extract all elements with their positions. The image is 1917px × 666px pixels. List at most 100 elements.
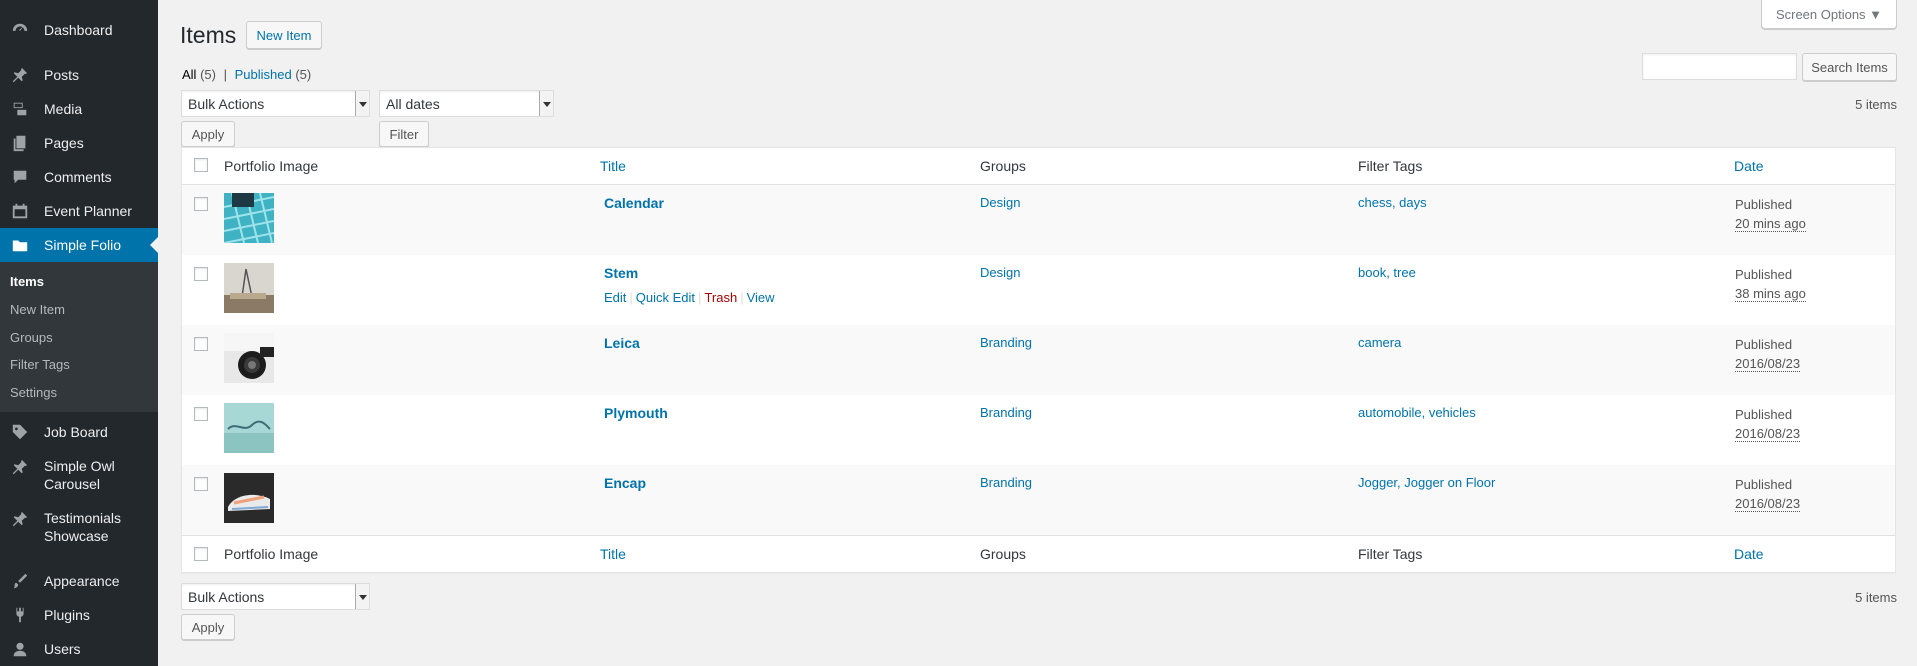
- table-row: Stem Edit | Quick Edit | Trash | View Design b…: [182, 255, 1895, 325]
- menu-posts[interactable]: Posts: [0, 63, 158, 87]
- select-all-checkbox[interactable]: [194, 158, 208, 172]
- thumbnail-image: [224, 193, 274, 243]
- view-published-link[interactable]: Published (5): [235, 67, 312, 82]
- menu-label: Dashboard: [44, 22, 113, 38]
- column-footer-title[interactable]: Title: [600, 546, 626, 562]
- select-all-checkbox-footer[interactable]: [194, 547, 208, 561]
- column-footer-date[interactable]: Date: [1734, 546, 1764, 562]
- menu-simple-owl-carousel[interactable]: Simple Owl Carousel: [0, 457, 158, 493]
- row-checkbox[interactable]: [194, 407, 208, 421]
- table-row: Encap Branding Jogger, Jogger on Floor P…: [182, 465, 1895, 535]
- row-group-link[interactable]: Branding: [980, 475, 1032, 490]
- menu-dashboard[interactable]: Dashboard: [0, 18, 158, 42]
- row-checkbox[interactable]: [194, 197, 208, 211]
- menu-label: Event Planner: [44, 203, 132, 219]
- thumbnail-image: [224, 333, 274, 383]
- filter-button[interactable]: Filter: [379, 121, 429, 147]
- items-table: Portfolio Image Title Groups Filter Tags…: [181, 147, 1896, 573]
- items-count-bottom: 5 items: [1855, 590, 1897, 605]
- chevron-down-icon: [355, 584, 369, 609]
- view-link[interactable]: View: [747, 290, 775, 305]
- row-group-link[interactable]: Design: [980, 195, 1020, 210]
- menu-label: Simple Owl Carousel: [44, 458, 115, 492]
- quick-edit-link[interactable]: Quick Edit: [636, 290, 695, 305]
- menu-job-board[interactable]: Job Board: [0, 420, 158, 444]
- menu-appearance[interactable]: Appearance: [0, 569, 158, 593]
- row-title-link[interactable]: Leica: [604, 335, 640, 351]
- row-group-link[interactable]: Design: [980, 265, 1020, 280]
- view-all-link[interactable]: All (5): [182, 67, 216, 82]
- menu-event-planner[interactable]: Event Planner: [0, 199, 158, 223]
- pin-icon: [10, 509, 30, 529]
- bulk-actions-select-bottom[interactable]: Bulk Actions: [181, 583, 370, 610]
- menu-comments[interactable]: Comments: [0, 165, 158, 189]
- menu-plugins[interactable]: Plugins: [0, 603, 158, 627]
- row-group-link[interactable]: Branding: [980, 335, 1032, 350]
- menu-label: Users: [44, 641, 81, 657]
- bulk-actions-select[interactable]: Bulk Actions: [181, 90, 370, 117]
- row-checkbox[interactable]: [194, 337, 208, 351]
- table-header: Portfolio Image Title Groups Filter Tags…: [182, 148, 1895, 185]
- menu-media[interactable]: Media: [0, 97, 158, 121]
- pages-icon: [10, 133, 30, 153]
- apply-button[interactable]: Apply: [181, 121, 235, 147]
- menu-testimonials-showcase[interactable]: Testimonials Showcase: [0, 509, 158, 545]
- row-title-link[interactable]: Plymouth: [604, 405, 668, 421]
- row-title-link[interactable]: Encap: [604, 475, 646, 491]
- thumbnail-image: [224, 473, 274, 523]
- row-title-link[interactable]: Stem: [604, 265, 638, 281]
- search-input[interactable]: [1642, 53, 1797, 80]
- edit-link[interactable]: Edit: [604, 290, 626, 305]
- screen-options-button[interactable]: Screen Options ▼: [1761, 0, 1897, 29]
- row-checkbox[interactable]: [194, 267, 208, 281]
- menu-users[interactable]: Users: [0, 637, 158, 661]
- sub-item-new-item[interactable]: New Item: [10, 302, 65, 317]
- column-header-date[interactable]: Date: [1734, 158, 1764, 174]
- sub-item-items[interactable]: Items: [10, 274, 44, 289]
- search-items-button[interactable]: Search Items: [1802, 53, 1897, 81]
- row-group-link[interactable]: Branding: [980, 405, 1032, 420]
- row-actions: Edit | Quick Edit | Trash | View: [604, 290, 775, 305]
- row-title-link[interactable]: Calendar: [604, 195, 664, 211]
- menu-pages[interactable]: Pages: [0, 131, 158, 155]
- column-header-tags: Filter Tags: [1358, 158, 1423, 174]
- sub-item-groups[interactable]: Groups: [10, 330, 53, 345]
- new-item-button[interactable]: New Item: [246, 21, 322, 49]
- view-separator: |: [223, 67, 227, 82]
- chevron-down-icon: [539, 91, 553, 116]
- pin-icon: [10, 457, 30, 477]
- thumbnail-image: [224, 403, 274, 453]
- table-row: Leica Branding camera Published 2016/08/2…: [182, 325, 1895, 395]
- row-date: Published 20 mins ago: [1735, 197, 1806, 232]
- column-header-title[interactable]: Title: [600, 158, 626, 174]
- apply-button-bottom[interactable]: Apply: [181, 614, 235, 640]
- row-tags-link[interactable]: chess, days: [1358, 195, 1427, 210]
- pin-icon: [10, 65, 30, 85]
- paintbrush-icon: [10, 571, 30, 591]
- dates-select[interactable]: All dates: [379, 90, 554, 117]
- menu-label: Posts: [44, 67, 80, 83]
- row-tags-link[interactable]: book, tree: [1358, 265, 1416, 280]
- sub-item-settings[interactable]: Settings: [10, 385, 57, 400]
- trash-link[interactable]: Trash: [704, 290, 737, 305]
- dates-value: All dates: [386, 95, 440, 112]
- chevron-down-icon: [355, 91, 369, 116]
- media-icon: [10, 99, 30, 119]
- thumbnail-image: [224, 263, 274, 313]
- row-tags-link[interactable]: automobile, vehicles: [1358, 405, 1476, 420]
- calendar-icon: [10, 201, 30, 221]
- dashboard-icon: [10, 20, 30, 40]
- menu-simple-folio[interactable]: Simple Folio: [0, 228, 158, 262]
- menu-label: Pages: [44, 135, 84, 151]
- column-footer-tags: Filter Tags: [1358, 546, 1423, 562]
- simple-folio-submenu: Items New Item Groups Filter Tags Settin…: [0, 262, 158, 412]
- sub-item-filter-tags[interactable]: Filter Tags: [10, 357, 70, 372]
- row-date: Published 2016/08/23: [1735, 337, 1801, 372]
- row-tags-link[interactable]: Jogger, Jogger on Floor: [1358, 475, 1495, 490]
- row-date: Published 38 mins ago: [1735, 267, 1806, 302]
- menu-label: Testimonials Showcase: [44, 510, 122, 544]
- row-checkbox[interactable]: [194, 477, 208, 491]
- row-tags-link[interactable]: camera: [1358, 335, 1401, 350]
- view-filters: All (5) | Published (5): [182, 67, 311, 82]
- menu-label: Appearance: [44, 573, 120, 589]
